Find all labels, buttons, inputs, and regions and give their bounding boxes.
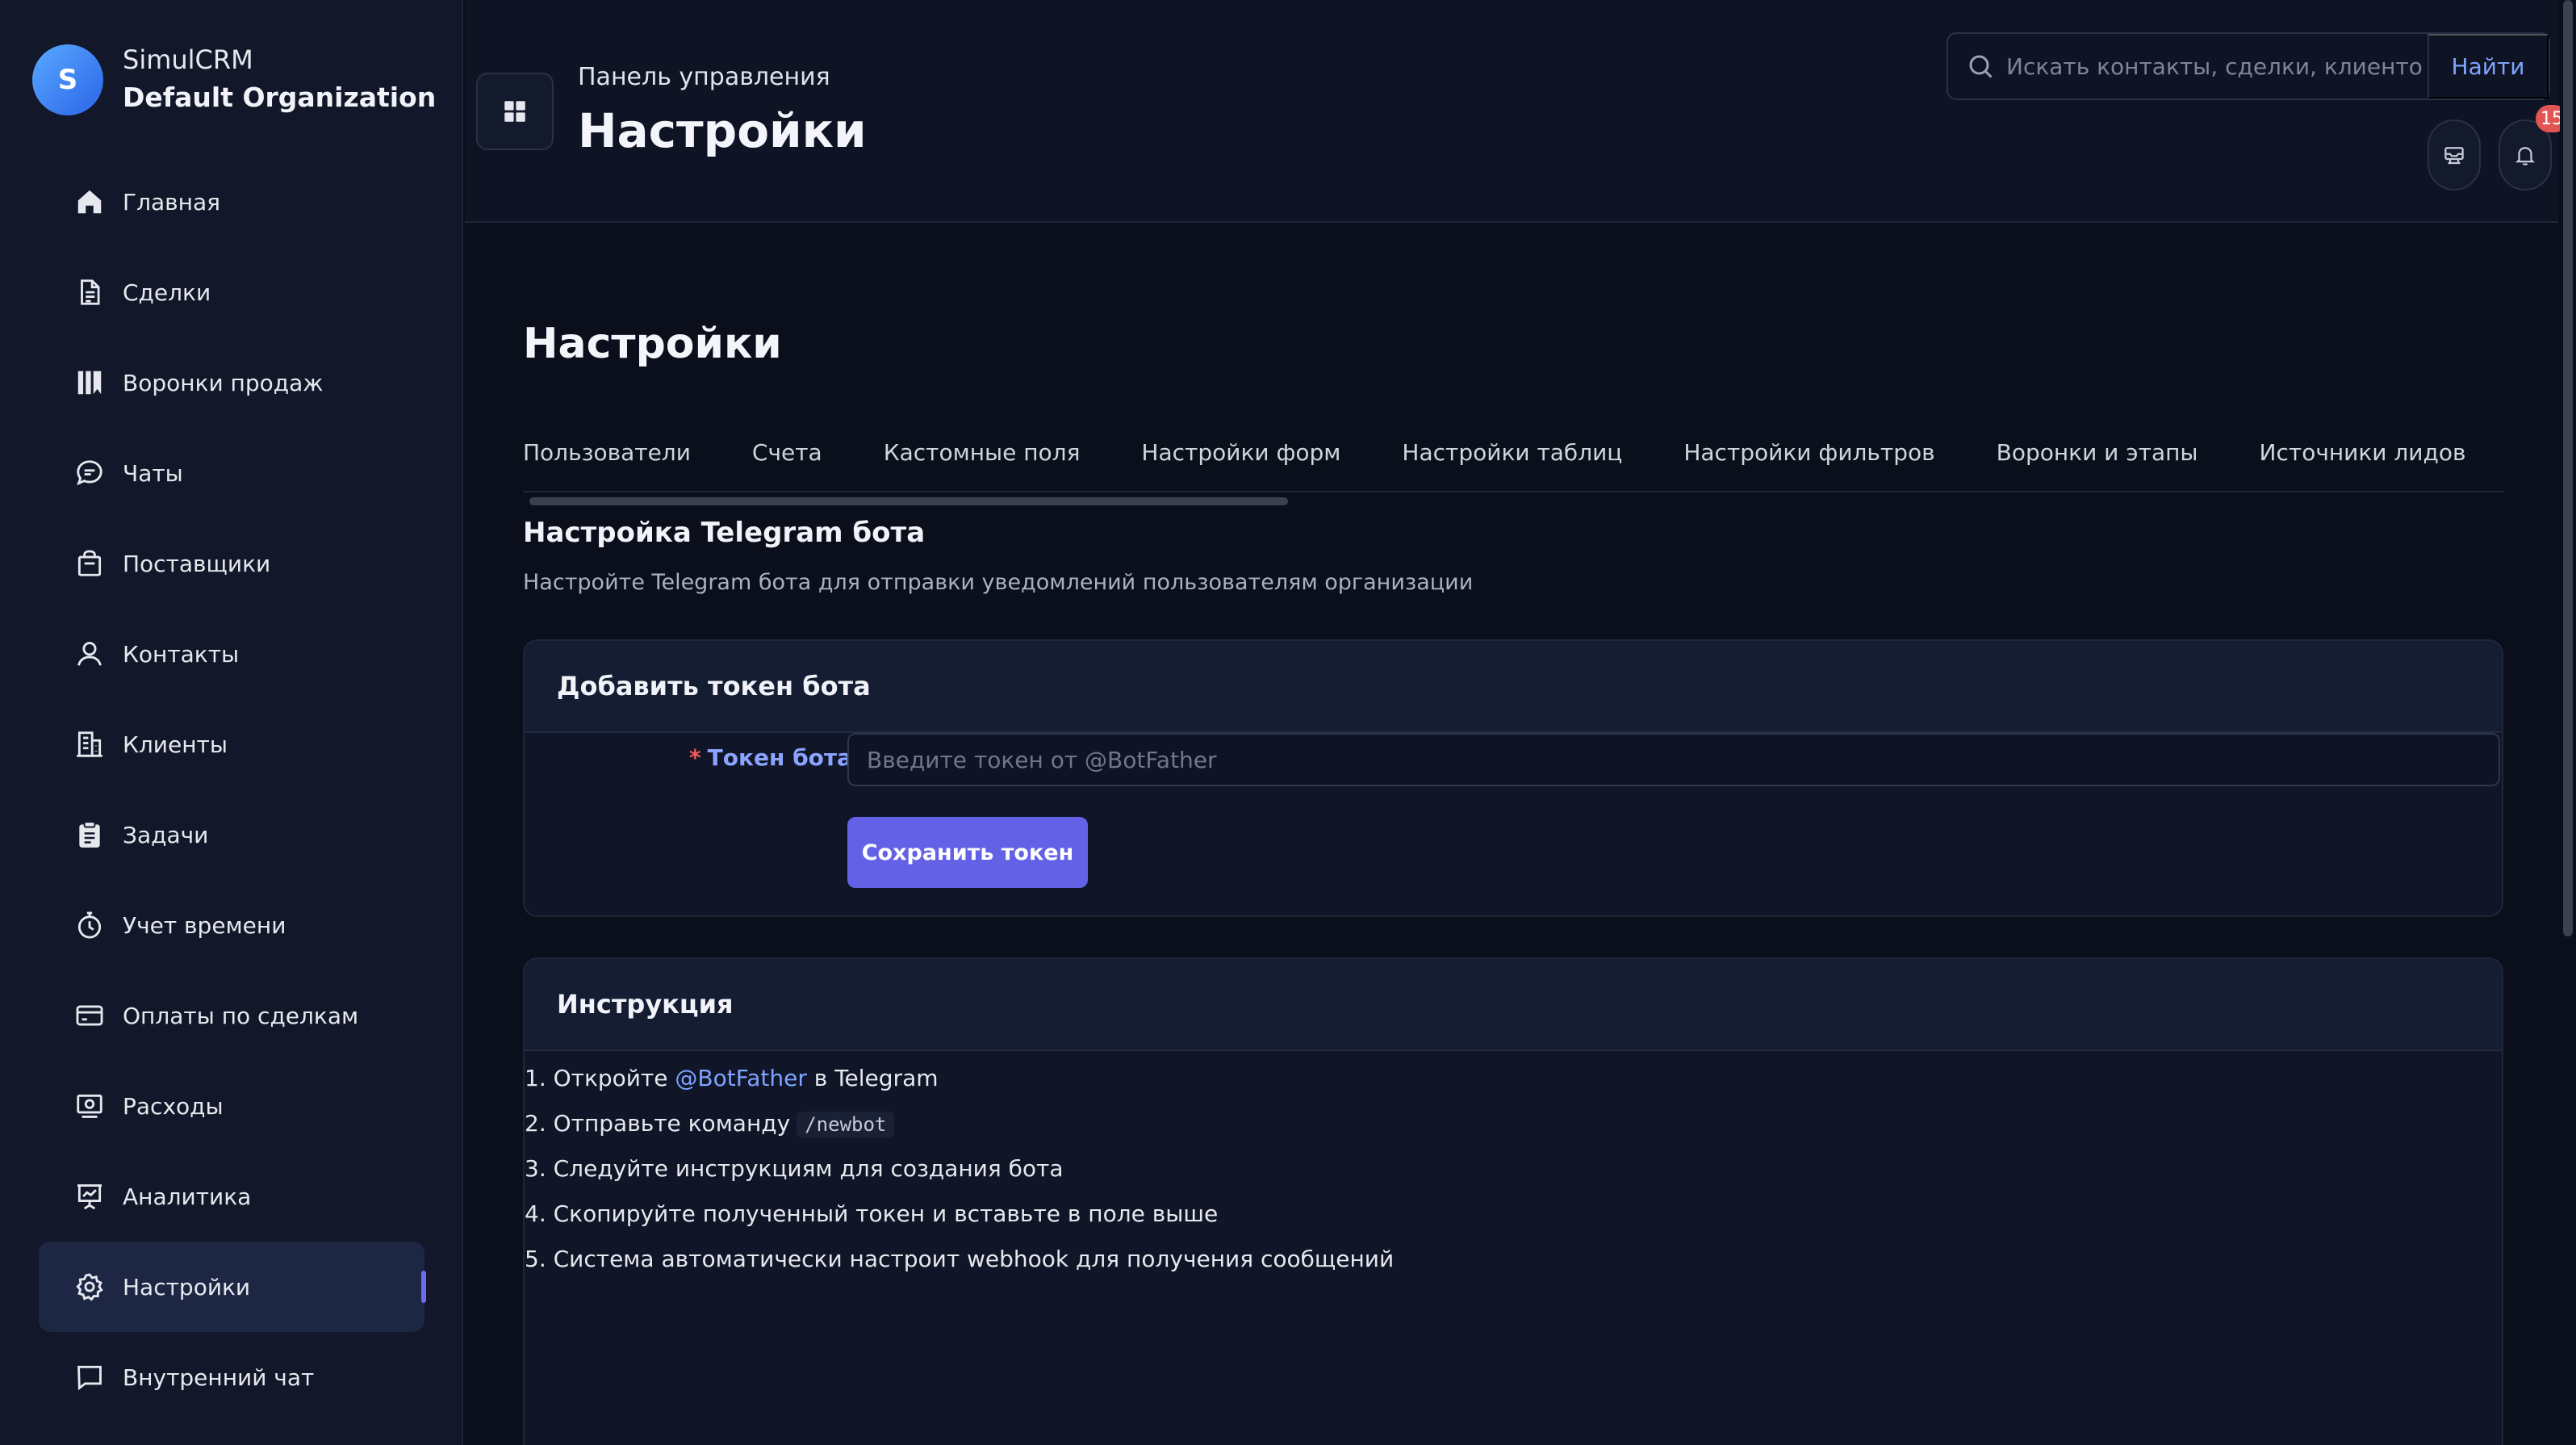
required-mark: * bbox=[689, 744, 701, 771]
step-text: 2. Отправьте команду bbox=[525, 1110, 791, 1137]
sidebar-item-sales-funnels[interactable]: Воронки продаж bbox=[39, 337, 424, 428]
sidebar: S SimulCRM Default Organization Главная … bbox=[0, 0, 463, 1445]
app-name: SimulCRM bbox=[123, 44, 253, 75]
telegram-section-title: Настройка Telegram бота bbox=[523, 517, 926, 549]
brand[interactable]: S SimulCRM Default Organization bbox=[32, 42, 436, 118]
tabs-scrollbar[interactable] bbox=[529, 497, 1288, 505]
sidebar-item-label: Воронки продаж bbox=[123, 369, 324, 396]
tab-users[interactable]: Пользователи bbox=[523, 426, 691, 480]
feedback-button[interactable] bbox=[2428, 119, 2481, 191]
page-scrollbar[interactable] bbox=[2560, 0, 2576, 1445]
sidebar-item-label: Задачи bbox=[123, 821, 209, 848]
message-square-icon bbox=[74, 1362, 105, 1393]
sidebar-item-suppliers[interactable]: Поставщики bbox=[39, 518, 424, 609]
step-text: 1. Откройте bbox=[525, 1065, 675, 1091]
instructions-card: Инструкция 1. Откройте @BotFather в Tele… bbox=[523, 957, 2503, 1445]
bot-token-input[interactable] bbox=[847, 733, 2500, 786]
instructions-list: 1. Откройте @BotFather в Telegram 2. Отп… bbox=[525, 1051, 2502, 1282]
apps-menu-button[interactable] bbox=[476, 73, 554, 150]
bell-icon bbox=[2515, 147, 2536, 165]
sidebar-item-expenses[interactable]: Расходы bbox=[39, 1061, 424, 1151]
sidebar-item-label: Клиенты bbox=[123, 731, 228, 758]
tab-table-settings[interactable]: Настройки таблиц bbox=[1402, 426, 1622, 480]
sidebar-item-deal-payments[interactable]: Оплаты по сделкам bbox=[39, 970, 424, 1061]
tab-form-settings[interactable]: Настройки форм bbox=[1141, 426, 1340, 480]
instruction-step: 2. Отправьте команду/newbot bbox=[525, 1101, 2502, 1146]
sidebar-item-clients[interactable]: Клиенты bbox=[39, 699, 424, 790]
sidebar-item-label: Настройки bbox=[123, 1273, 251, 1300]
grid-icon bbox=[504, 101, 525, 122]
sidebar-item-settings[interactable]: Настройки bbox=[39, 1242, 426, 1332]
document-icon bbox=[74, 277, 105, 308]
receipt-icon bbox=[74, 1091, 105, 1121]
tab-lead-sources[interactable]: Источники лидов bbox=[2260, 426, 2466, 480]
sidebar-item-label: Учет времени bbox=[123, 911, 286, 939]
gear-icon bbox=[74, 1271, 105, 1302]
avatar: S bbox=[32, 44, 103, 115]
token-card: Добавить токен бота *Токен бота Сохранит… bbox=[523, 639, 2503, 917]
token-field-label: * Токен бота bbox=[686, 744, 852, 771]
user-icon bbox=[74, 639, 105, 669]
tab-filter-settings[interactable]: Настройки фильтров bbox=[1683, 426, 1934, 480]
tab-funnels-stages[interactable]: Воронки и этапы bbox=[1997, 426, 2198, 480]
sidebar-item-deals[interactable]: Сделки bbox=[39, 247, 424, 337]
sidebar-item-label: Внутренний чат bbox=[123, 1363, 315, 1391]
home-icon bbox=[74, 186, 105, 217]
page-title: Настройки bbox=[578, 103, 867, 158]
sidebar-item-label: Оплаты по сделкам bbox=[123, 1002, 359, 1029]
instruction-step: 3. Следуйте инструкциям для создания бот… bbox=[525, 1155, 1064, 1182]
token-card-title: Добавить токен бота bbox=[525, 641, 2502, 733]
building-icon bbox=[74, 729, 105, 760]
sidebar-item-label: Расходы bbox=[123, 1092, 224, 1120]
step-text: в Telegram bbox=[806, 1065, 939, 1091]
tab-invoices[interactable]: Счета bbox=[752, 426, 822, 480]
sidebar-item-label: Главная bbox=[123, 188, 220, 216]
shopping-bag-icon bbox=[74, 548, 105, 579]
sidebar-item-home[interactable]: Главная bbox=[39, 157, 424, 247]
instruction-step: 5. Система автоматически настроит webhoo… bbox=[525, 1246, 1395, 1272]
page-scrollbar-thumb[interactable] bbox=[2563, 0, 2573, 936]
presentation-chart-icon bbox=[74, 1181, 105, 1212]
sidebar-item-analytics[interactable]: Аналитика bbox=[39, 1151, 424, 1242]
search-icon bbox=[1966, 52, 1995, 81]
global-search: Найти bbox=[1947, 32, 2550, 100]
top-header: Панель управления Настройки Найти 15 bbox=[465, 0, 2568, 223]
sidebar-item-chats[interactable]: Чаты bbox=[39, 428, 424, 518]
sidebar-item-label: Чаты bbox=[123, 459, 183, 487]
stopwatch-icon bbox=[74, 910, 105, 940]
sidebar-item-tasks[interactable]: Задачи bbox=[39, 790, 424, 880]
breadcrumb[interactable]: Панель управления bbox=[578, 63, 830, 91]
settings-heading: Настройки bbox=[523, 320, 782, 368]
organization-name: Default Organization bbox=[123, 82, 437, 113]
search-input[interactable] bbox=[2006, 42, 2442, 90]
funnel-bars-icon bbox=[74, 367, 105, 398]
token-label-text: Токен бота bbox=[707, 744, 852, 771]
clipboard-icon bbox=[74, 819, 105, 850]
search-button[interactable]: Найти bbox=[2428, 34, 2549, 98]
brand-text: SimulCRM Default Organization bbox=[123, 42, 436, 118]
telegram-section-description: Настройте Telegram бота для отправки уве… bbox=[523, 570, 1474, 595]
sidebar-item-label: Поставщики bbox=[123, 550, 271, 577]
main-content: Настройки Пользователи Счета Кастомные пол… bbox=[465, 224, 2558, 1445]
botfather-link[interactable]: @BotFather bbox=[675, 1065, 806, 1091]
save-token-button[interactable]: Сохранить токен bbox=[847, 817, 1088, 888]
chat-bubble-icon bbox=[74, 458, 105, 488]
tab-custom-fields[interactable]: Кастомные поля bbox=[884, 426, 1081, 480]
command-code: /newbot bbox=[797, 1112, 895, 1137]
sidebar-item-internal-chat[interactable]: Внутренний чат bbox=[39, 1332, 424, 1422]
sidebar-item-label: Сделки bbox=[123, 279, 211, 306]
sidebar-item-label: Аналитика bbox=[123, 1183, 252, 1210]
sidebar-item-time-tracking[interactable]: Учет времени bbox=[39, 880, 424, 970]
instruction-step: 4. Скопируйте полученный токен и вставьт… bbox=[525, 1200, 1219, 1227]
app-root: S SimulCRM Default Organization Главная … bbox=[0, 0, 2576, 1445]
sidebar-nav: Главная Сделки Воронки продаж Чаты Поста… bbox=[39, 157, 426, 1422]
sidebar-item-contacts[interactable]: Контакты bbox=[39, 609, 424, 699]
inbox-tray-icon bbox=[2444, 147, 2464, 165]
credit-card-icon bbox=[74, 1000, 105, 1031]
settings-tabs: Пользователи Счета Кастомные поля Настройки… bbox=[523, 426, 2503, 492]
instruction-step: 1. Откройте @BotFather в Telegram bbox=[525, 1056, 2502, 1101]
sidebar-item-label: Контакты bbox=[123, 640, 240, 668]
instructions-title: Инструкция bbox=[525, 959, 2502, 1051]
